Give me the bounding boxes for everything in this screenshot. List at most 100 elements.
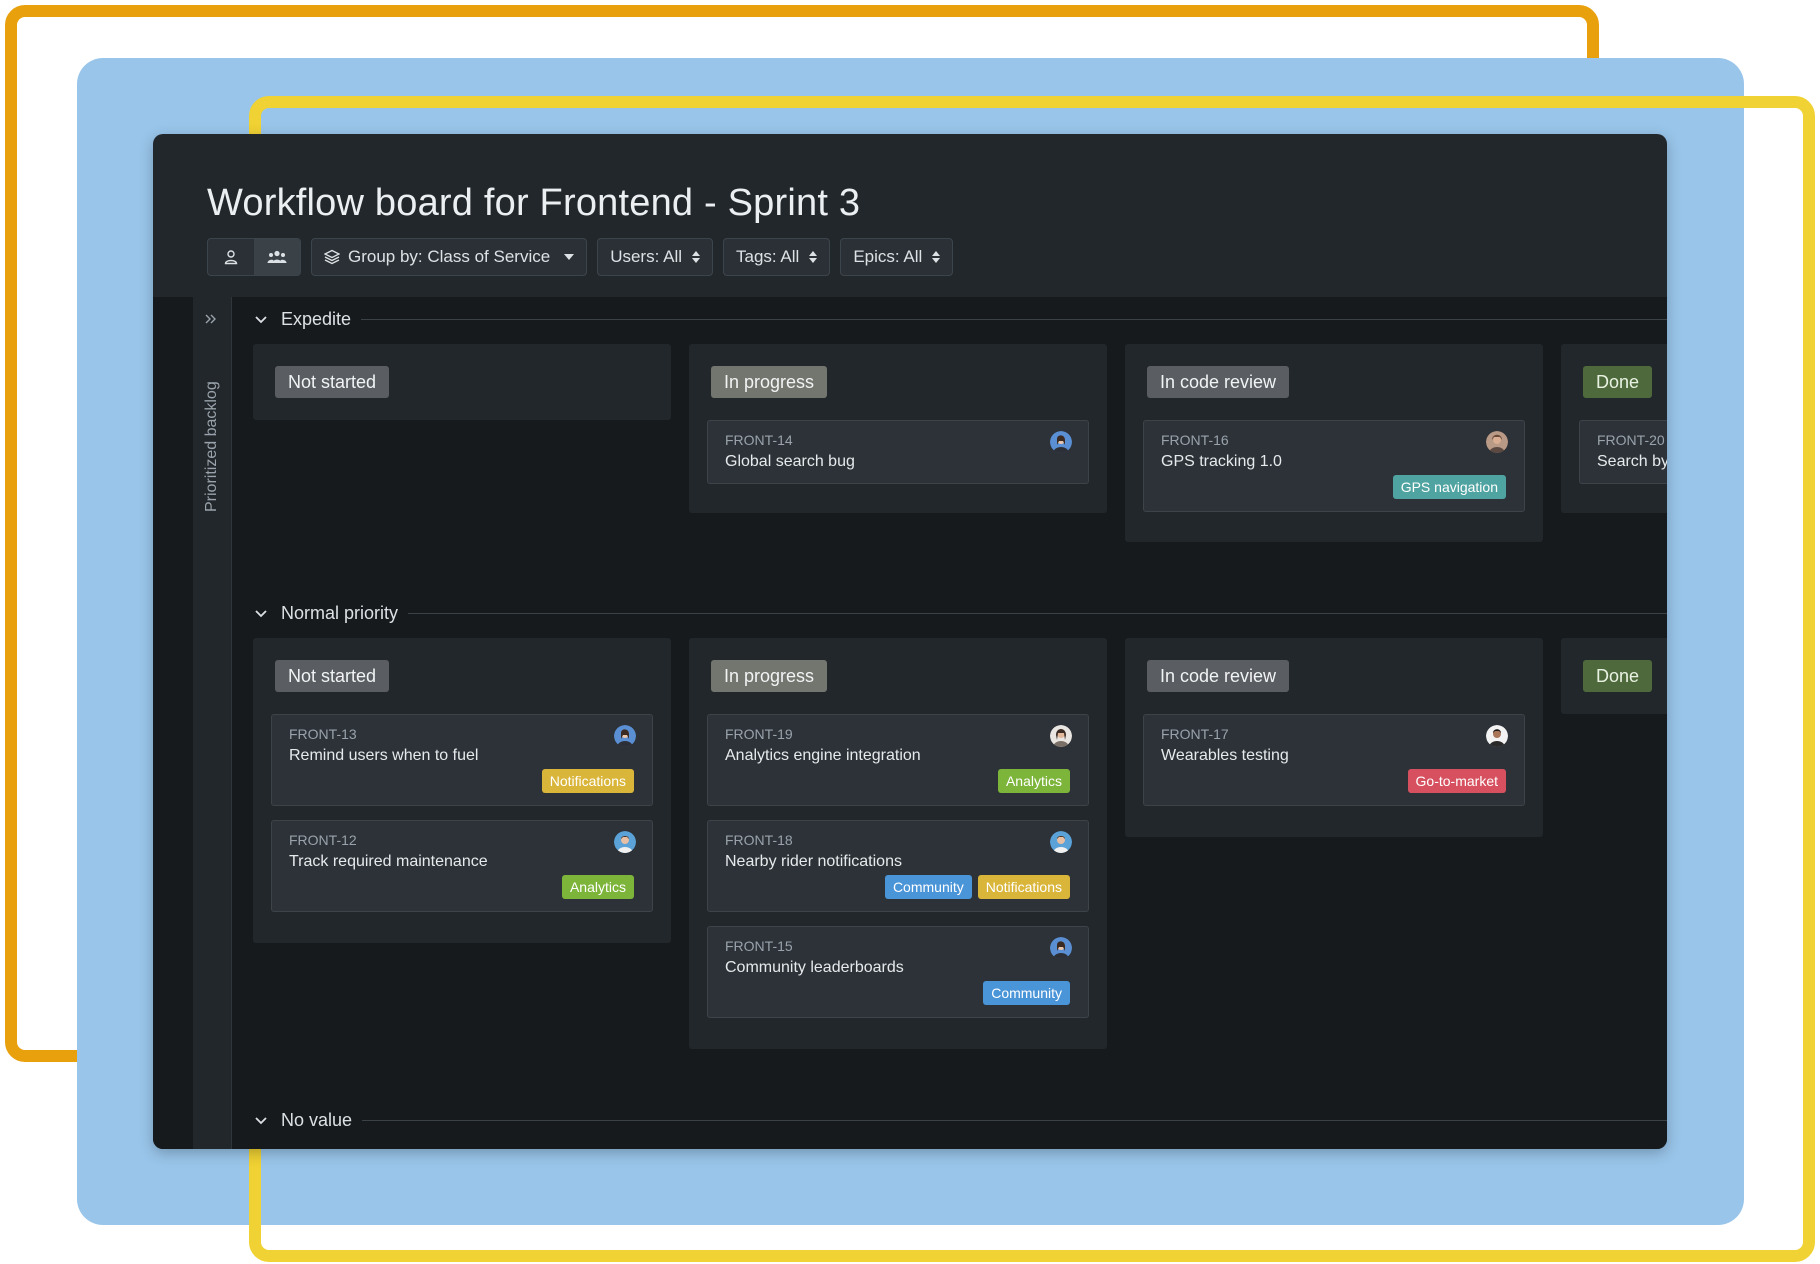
lane-divider <box>362 1119 1667 1121</box>
card-title: GPS tracking 1.0 <box>1161 453 1282 470</box>
column-done: Done <box>1561 638 1667 714</box>
chevron-down-icon[interactable] <box>253 1112 269 1128</box>
work-item-card[interactable]: FRONT-19 Analytics engine integration An… <box>707 714 1089 806</box>
avatar[interactable] <box>1486 431 1508 453</box>
work-item-card[interactable]: FRONT-14 Global search bug <box>707 420 1089 484</box>
avatar[interactable] <box>1050 937 1072 959</box>
backlog-label: Prioritized backlog <box>203 381 220 512</box>
person-icon <box>224 250 238 265</box>
column-not-started: Not started <box>253 344 671 420</box>
prioritized-backlog-rail[interactable]: Prioritized backlog <box>193 297 232 1149</box>
tag-badge[interactable]: Go-to-market <box>1407 769 1506 793</box>
group-by-label: Group by: Class of Service <box>348 247 551 266</box>
tags-filter-label: Tags: All <box>736 247 800 266</box>
status-badge: Not started <box>275 366 390 398</box>
card-title: Wearables testing <box>1161 747 1289 764</box>
all-items-toggle[interactable] <box>254 239 300 275</box>
card-key: FRONT-18 <box>725 832 793 848</box>
tag-badge[interactable]: Community <box>983 981 1070 1005</box>
avatar[interactable] <box>614 725 636 747</box>
status-badge: In progress <box>711 366 828 398</box>
epics-filter-label: Epics: All <box>853 247 923 266</box>
tag-badge[interactable]: Analytics <box>997 769 1070 793</box>
my-items-toggle[interactable] <box>208 239 254 275</box>
lane-title: Expedite <box>281 308 352 329</box>
work-item-card[interactable]: FRONT-17 Wearables testing Go-to-market <box>1143 714 1525 806</box>
card-title: Track required maintenance <box>289 853 488 870</box>
users-filter-label: Users: All <box>610 247 682 266</box>
work-item-card[interactable]: FRONT-18 Nearby rider notifications Comm… <box>707 820 1089 912</box>
card-key: FRONT-19 <box>725 726 793 742</box>
lane-header-no-value[interactable]: No value <box>253 1102 1667 1138</box>
lane-title: No value <box>281 1109 353 1130</box>
card-title: Community leaderboards <box>725 959 904 976</box>
double-chevron-right-icon[interactable] <box>203 311 219 327</box>
tag-badge[interactable]: Notifications <box>541 769 634 793</box>
column-done: Done FRONT-20 Search by <box>1561 344 1667 513</box>
tag-badge[interactable]: Analytics <box>561 875 634 899</box>
status-badge: In code review <box>1147 660 1290 692</box>
status-badge: Not started <box>275 660 390 692</box>
card-tags: GPS navigation <box>1392 475 1506 499</box>
chevron-down-icon[interactable] <box>253 605 269 621</box>
sort-arrows-icon <box>809 251 818 263</box>
status-badge: Done <box>1583 660 1653 692</box>
lane-header-normal-priority[interactable]: Normal priority <box>253 595 1667 631</box>
card-key: FRONT-12 <box>289 832 357 848</box>
card-tags: Notifications <box>541 769 634 793</box>
card-tags: Analytics <box>997 769 1070 793</box>
status-badge: In progress <box>711 660 828 692</box>
view-toggle <box>207 238 301 276</box>
people-icon <box>267 250 287 263</box>
card-title: Analytics engine integration <box>725 747 921 764</box>
card-key: FRONT-14 <box>725 432 793 448</box>
column-in-progress: In progress FRONT-19 Analytics engine in… <box>689 638 1107 1049</box>
card-title: Search by <box>1597 453 1667 470</box>
sort-arrows-icon <box>932 251 941 263</box>
card-title: Nearby rider notifications <box>725 853 902 870</box>
lane-title: Normal priority <box>281 602 399 623</box>
epics-filter[interactable]: Epics: All <box>840 238 954 276</box>
lane-divider <box>361 318 1667 320</box>
card-tags: Go-to-market <box>1407 769 1506 793</box>
work-item-card[interactable]: FRONT-15 Community leaderboards Communit… <box>707 926 1089 1018</box>
avatar[interactable] <box>1050 431 1072 453</box>
card-tags: Community Notifications <box>884 875 1070 899</box>
work-item-card[interactable]: FRONT-16 GPS tracking 1.0 GPS navigation <box>1143 420 1525 512</box>
users-filter[interactable]: Users: All <box>597 238 713 276</box>
column-not-started: Not started FRONT-13 Remind users when t… <box>253 638 671 943</box>
status-badge: Done <box>1583 366 1653 398</box>
tags-filter[interactable]: Tags: All <box>723 238 831 276</box>
avatar[interactable] <box>1050 831 1072 853</box>
board-area: Prioritized backlog Expedite Not started… <box>153 297 1667 1149</box>
card-tags: Analytics <box>561 875 634 899</box>
layers-icon <box>324 249 340 265</box>
card-key: FRONT-13 <box>289 726 357 742</box>
tag-badge[interactable]: Notifications <box>977 875 1070 899</box>
lane-header-expedite[interactable]: Expedite <box>253 301 1667 337</box>
column-in-code-review: In code review FRONT-16 GPS tracking 1.0… <box>1125 344 1543 542</box>
board-toolbar: Group by: Class of Service Users: All Ta… <box>207 238 954 276</box>
group-by-dropdown[interactable]: Group by: Class of Service <box>311 238 588 276</box>
card-tags: Community <box>983 981 1070 1005</box>
card-key: FRONT-15 <box>725 938 793 954</box>
chevron-down-icon[interactable] <box>253 311 269 327</box>
avatar[interactable] <box>1050 725 1072 747</box>
work-item-card[interactable]: FRONT-20 Search by <box>1579 420 1667 484</box>
work-item-card[interactable]: FRONT-13 Remind users when to fuel Notif… <box>271 714 653 806</box>
column-in-code-review: In code review FRONT-17 Wearables testin… <box>1125 638 1543 837</box>
status-badge: In code review <box>1147 366 1290 398</box>
page-title: Workflow board for Frontend - Sprint 3 <box>207 182 861 224</box>
card-key: FRONT-16 <box>1161 432 1229 448</box>
avatar[interactable] <box>1486 725 1508 747</box>
card-key: FRONT-17 <box>1161 726 1229 742</box>
caret-down-icon <box>564 254 575 260</box>
card-key: FRONT-20 <box>1597 432 1665 448</box>
card-title: Global search bug <box>725 453 855 470</box>
workflow-board-window: Workflow board for Frontend - Sprint 3 G… <box>153 134 1667 1149</box>
tag-badge[interactable]: GPS navigation <box>1392 475 1506 499</box>
work-item-card[interactable]: FRONT-12 Track required maintenance Anal… <box>271 820 653 912</box>
card-title: Remind users when to fuel <box>289 747 479 764</box>
avatar[interactable] <box>614 831 636 853</box>
tag-badge[interactable]: Community <box>884 875 972 899</box>
